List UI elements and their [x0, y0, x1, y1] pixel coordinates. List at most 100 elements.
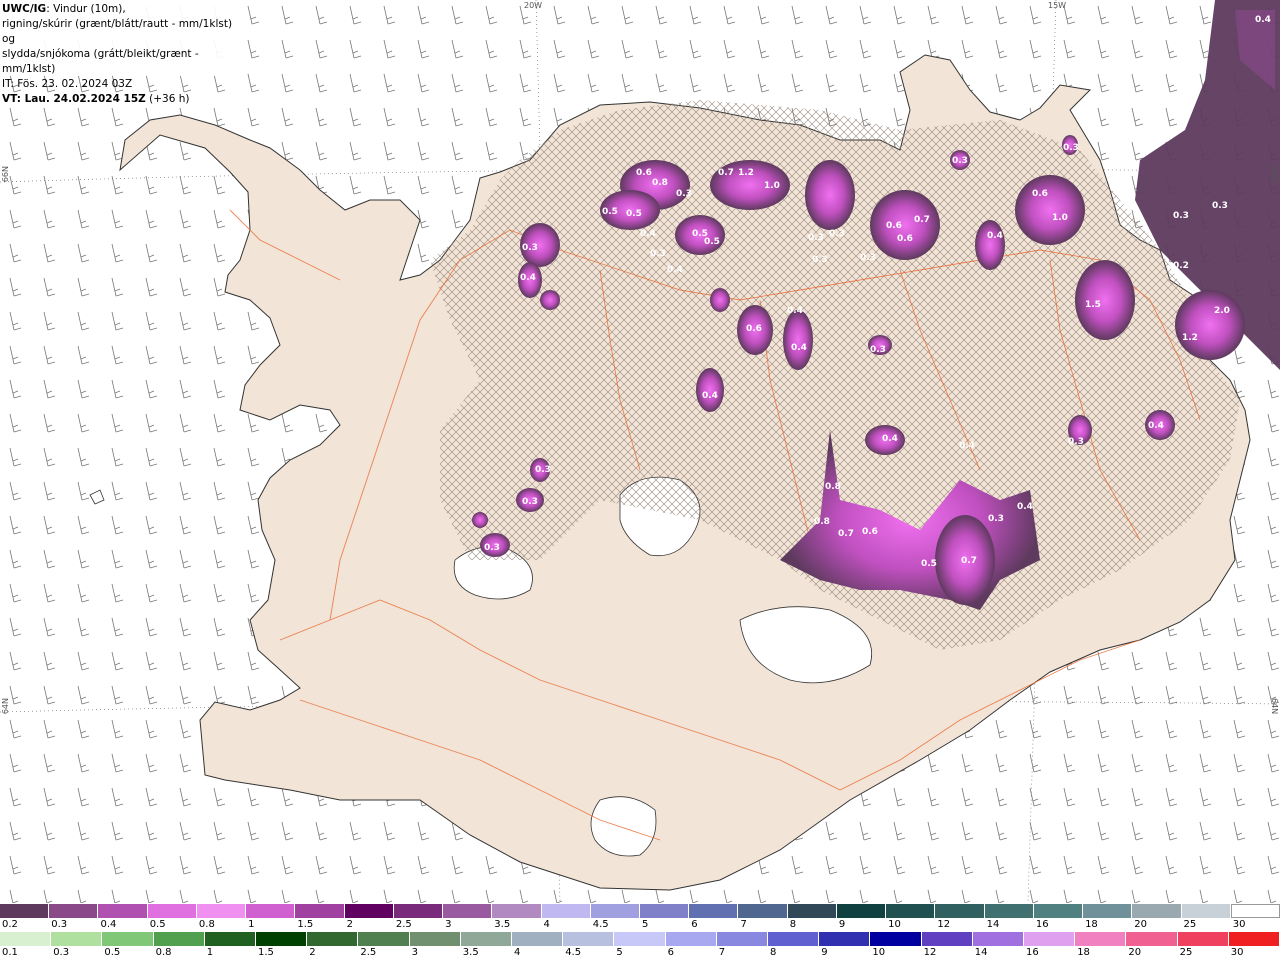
- legend-rain-swatch: [972, 932, 1024, 946]
- info-line1: : Vindur (10m),: [46, 3, 126, 15]
- legend-rain-swatch: [51, 932, 103, 946]
- legend-rain-swatch: [1126, 932, 1178, 946]
- legend-rain-label: 3.5: [462, 947, 479, 958]
- legend-snow-swatch: [689, 904, 739, 918]
- legend-snow: 0.2 0.3 0.4 0.5 0.8 1 1.5 2 2.5 3 3.5 4 4.5 5 6 7 8 9 10 12…: [0, 904, 1280, 932]
- legend-rain-label: 8: [770, 947, 777, 958]
- legend-rain-label: 0.3: [53, 947, 70, 958]
- legend-snow-label: 0.5: [149, 919, 166, 930]
- legend-snow-swatch: [1033, 904, 1084, 918]
- map-label: 0.3: [1063, 143, 1079, 153]
- init-time: IT: Fös. 23. 02. 2024 03Z: [2, 78, 133, 90]
- map-label: 0.4: [1148, 421, 1164, 431]
- legend-snow-label: 8: [789, 919, 797, 930]
- map-label: 0.5: [704, 237, 720, 247]
- legend-rain-label: 1.5: [258, 947, 274, 958]
- legend-snow-swatch: [738, 904, 788, 918]
- legend-rain-swatch: [204, 932, 256, 946]
- legend-rain-label: 18: [1077, 947, 1090, 958]
- legend-rain-label: 10: [872, 947, 886, 958]
- legend-rain-label: 2.5: [360, 947, 377, 958]
- legend-rain-label: 7: [718, 947, 726, 958]
- map-label: 0.2: [1173, 261, 1189, 271]
- map-label: 0.8: [652, 178, 668, 188]
- map-label: 0.8: [814, 517, 830, 527]
- legend-snow-label: 3: [445, 919, 452, 930]
- legend-snow-label: 1: [248, 919, 255, 930]
- legend-snow-label: 2: [346, 919, 353, 930]
- map-label: 0.3: [484, 543, 500, 553]
- legend-rain-swatch: [1228, 932, 1280, 946]
- legend-rain-swatch: [409, 932, 461, 946]
- legend-rain-swatch: [665, 932, 717, 946]
- legend-snow-swatch: [787, 904, 837, 918]
- legend-snow-swatch: [935, 904, 985, 918]
- legend-snow-swatch: [98, 904, 148, 918]
- map-label: 0.3: [812, 255, 828, 265]
- map-label: 0.4: [520, 273, 536, 283]
- valid-time: VT: Lau. 24.02.2024 15Z (+36 h): [2, 92, 240, 107]
- map-label: 0.3: [829, 229, 845, 239]
- legend-rain-swatch: [563, 932, 615, 946]
- legend-snow-label: 0.2: [2, 919, 18, 930]
- legend-snow-label: 2.5: [395, 919, 412, 930]
- legend-snow-label: 4.5: [592, 919, 609, 930]
- map-label: 0.6: [886, 221, 902, 231]
- legend-snow-label: 3.5: [494, 919, 511, 930]
- legend-rain-label: 0.1: [2, 947, 18, 958]
- map-label: 1.0: [1052, 213, 1068, 223]
- lat-label-64n-left: 64N: [1, 698, 10, 715]
- legend-rain-swatch: [921, 932, 973, 946]
- legend-rain-swatch: [1177, 932, 1229, 946]
- legend-rain-label: 4: [514, 947, 521, 958]
- legend-snow-swatch: [1181, 904, 1231, 918]
- legend-snow-label: 4: [543, 919, 550, 930]
- legend-snow-swatch: [886, 904, 936, 918]
- legend-rain-swatch: [870, 932, 922, 946]
- legend-snow-swatch: [492, 904, 542, 918]
- legend-rain-swatch: [102, 932, 154, 946]
- lat-label-64n-right: 64N: [1270, 698, 1279, 715]
- map-label: 0.3: [1212, 201, 1228, 211]
- map-label: 0.3: [870, 345, 886, 355]
- legend-snow-swatch: [984, 904, 1034, 918]
- map-label: 0.3: [522, 243, 538, 253]
- map-label: 0.5: [626, 209, 642, 219]
- lon-label-15w: 15W: [1048, 1, 1067, 10]
- legend-rain-swatch: [716, 932, 768, 946]
- legend-rain-label: 0.8: [155, 947, 172, 958]
- legend-snow-label: 0.4: [100, 919, 117, 930]
- legend-snow-swatch: [836, 904, 887, 918]
- map-label: 0.6: [897, 234, 913, 244]
- legend-rain-swatch: [307, 932, 359, 946]
- lat-label-66n-right: 66N: [1270, 166, 1279, 183]
- weather-map: 0.4 0.3 0.3 0.6 0.8 0.3 0.5 0.5 0.4 0.5 …: [0, 0, 1280, 903]
- map-label: 0.3: [860, 253, 876, 263]
- legend-rain-swatch: [0, 932, 52, 946]
- legend-snow-swatch: [1230, 904, 1280, 918]
- map-label: 0.7: [838, 529, 854, 539]
- legend-rain-swatch: [256, 932, 308, 946]
- legend-snow-swatch: [147, 904, 197, 918]
- legend-rain-swatch: [614, 932, 666, 946]
- map-label: 0.3: [1068, 437, 1084, 447]
- legend-snow-label: 20: [1134, 919, 1148, 930]
- legend-snow-swatch: [590, 904, 640, 918]
- map-label: 0.3: [535, 465, 551, 475]
- legend-snow-label: 7: [740, 919, 747, 930]
- info-title: UWC/IG: Vindur (10m),: [2, 2, 240, 17]
- map-label: 0.4: [987, 231, 1003, 241]
- lat-label-66n-left: 66N: [1, 166, 10, 183]
- legend-snow-swatch: [1132, 904, 1182, 918]
- map-label: 0.6: [636, 168, 652, 178]
- legend-snow-label: 12: [937, 919, 951, 930]
- map-label: 0.4: [1017, 502, 1033, 512]
- legend-rain-label: 5: [616, 947, 623, 958]
- legend-snow-swatch: [344, 904, 394, 918]
- legend-rain-swatch: [153, 932, 205, 946]
- legend-rain-label: 12: [923, 947, 937, 958]
- legend-snow-swatch: [443, 904, 493, 918]
- legend-rain-label: 9: [821, 947, 828, 958]
- legend-snow-label: 30: [1232, 919, 1246, 930]
- map-label: 1.5: [1085, 300, 1101, 310]
